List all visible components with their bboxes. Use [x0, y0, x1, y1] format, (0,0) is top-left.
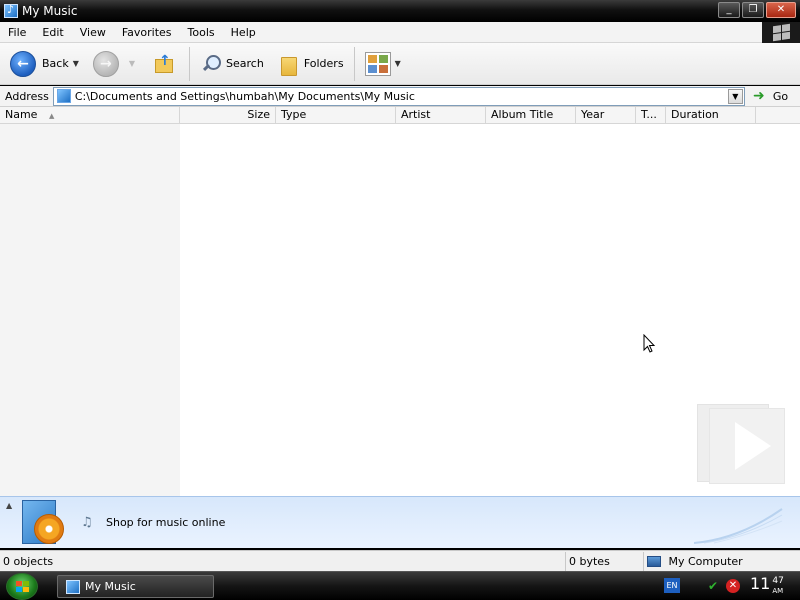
column-label: Size: [247, 108, 270, 121]
music-tasks-panel: ▲ ♫ Shop for music online: [0, 496, 800, 548]
my-music-folder-icon: [4, 3, 18, 18]
column-header-artist[interactable]: Artist: [396, 107, 486, 124]
menu-bar: File Edit View Favorites Tools Help: [0, 22, 800, 43]
menu-help[interactable]: Help: [223, 22, 264, 43]
forward-dropdown-icon[interactable]: ▼: [129, 59, 135, 68]
folders-icon: [278, 53, 300, 76]
column-headers: Name ▲ Size Type Artist Album Title Year…: [0, 107, 800, 124]
title-bar[interactable]: My Music _ ❐ ✕: [0, 0, 800, 22]
menu-view[interactable]: View: [72, 22, 114, 43]
go-button[interactable]: ➜ Go: [751, 88, 788, 104]
go-label: Go: [772, 89, 789, 103]
views-dropdown-icon[interactable]: ▼: [395, 59, 401, 68]
network-error-icon[interactable]: ✕: [726, 579, 740, 593]
start-button[interactable]: [6, 573, 38, 600]
column-label: Album Title: [491, 108, 554, 121]
address-dropdown-icon[interactable]: ▼: [727, 88, 743, 104]
restore-button[interactable]: ❐: [742, 2, 764, 18]
media-player-icon: [22, 500, 66, 546]
column-header-year[interactable]: Year: [576, 107, 636, 124]
back-arrow-icon: ←: [10, 50, 36, 77]
windows-logo-icon: [15, 581, 29, 592]
decorative-swoosh-icon: [694, 508, 783, 544]
my-computer-icon: [647, 556, 661, 567]
column-header-duration[interactable]: Duration: [666, 107, 756, 124]
status-object-count: 0 objects: [0, 551, 566, 571]
my-music-folder-icon: [66, 579, 80, 594]
taskbar: My Music EN ✔ ✕ 11 47 AM: [0, 571, 800, 600]
column-label: T...: [641, 108, 657, 121]
column-label: Type: [281, 108, 307, 121]
menu-favorites[interactable]: Favorites: [114, 22, 180, 43]
folders-button[interactable]: Folders: [274, 47, 348, 81]
views-button[interactable]: ▼: [361, 47, 411, 81]
toolbar-separator: [189, 46, 191, 81]
folders-label: Folders: [303, 57, 344, 70]
menu-file[interactable]: File: [0, 22, 34, 43]
media-player-watermark-icon: [697, 404, 793, 488]
shop-for-music-link[interactable]: Shop for music online: [106, 516, 225, 529]
address-label: Address: [5, 89, 49, 103]
up-folder-button[interactable]: ↑: [145, 47, 183, 81]
column-label: Name: [5, 108, 38, 121]
file-list-area[interactable]: [0, 124, 800, 496]
music-folder-icon: [56, 89, 71, 103]
status-location-label: My Computer: [668, 554, 743, 568]
views-icon: [364, 51, 391, 76]
status-size: 0 bytes: [566, 551, 644, 571]
clock-ampm: AM: [772, 587, 784, 595]
search-icon: [200, 53, 222, 75]
collapse-panel-icon[interactable]: ▲: [6, 501, 12, 510]
address-path: C:\Documents and Settings\humbah\My Docu…: [74, 89, 415, 103]
sort-ascending-icon: ▲: [48, 112, 55, 120]
status-bar: 0 objects 0 bytes My Computer: [0, 550, 800, 571]
taskbar-item-my-music[interactable]: My Music: [57, 575, 214, 598]
menu-edit[interactable]: Edit: [34, 22, 71, 43]
music-note-icon: ♫: [81, 515, 93, 530]
status-location: My Computer: [644, 552, 746, 571]
toolbar-separator: [353, 46, 355, 81]
go-arrow-icon: ➜: [752, 88, 765, 104]
toolbar: ← Back ▼ → ▼ ↑ Search Folders ▼: [0, 43, 800, 85]
taskbar-item-label: My Music: [85, 580, 136, 593]
name-column-highlight: [0, 124, 180, 496]
window-controls: _ ❐ ✕: [718, 2, 796, 18]
column-label: Year: [581, 108, 605, 121]
clock-hour: 11: [750, 574, 771, 593]
column-label: Duration: [671, 108, 719, 121]
forward-arrow-icon: →: [92, 50, 119, 77]
close-button[interactable]: ✕: [766, 2, 796, 18]
windows-flag-logo: [762, 22, 800, 43]
search-label: Search: [226, 57, 264, 70]
column-label: Artist: [401, 108, 431, 121]
clock-minute: 47: [772, 576, 784, 586]
back-label: Back: [42, 57, 69, 70]
taskbar-clock[interactable]: 11 47 AM: [750, 574, 784, 596]
menu-tools[interactable]: Tools: [180, 22, 223, 43]
minimize-button[interactable]: _: [718, 2, 740, 18]
language-indicator[interactable]: EN: [664, 578, 680, 593]
column-header-size[interactable]: Size: [180, 107, 276, 124]
column-header-type[interactable]: Type: [276, 107, 396, 124]
security-shield-icon[interactable]: ✔: [708, 579, 722, 593]
back-button[interactable]: ← Back ▼: [6, 47, 89, 81]
address-input[interactable]: C:\Documents and Settings\humbah\My Docu…: [52, 86, 745, 106]
address-bar: Address C:\Documents and Settings\humbah…: [0, 86, 800, 107]
column-header-name[interactable]: Name ▲: [0, 107, 180, 124]
forward-button[interactable]: → ▼: [89, 47, 145, 81]
search-button[interactable]: Search: [196, 47, 268, 81]
up-folder-icon: ↑: [153, 53, 175, 75]
windows-logo-icon: [772, 23, 790, 42]
column-header-track[interactable]: T...: [636, 107, 666, 124]
window-title: My Music: [22, 4, 78, 18]
back-dropdown-icon[interactable]: ▼: [73, 59, 79, 68]
column-header-album-title[interactable]: Album Title: [486, 107, 576, 124]
